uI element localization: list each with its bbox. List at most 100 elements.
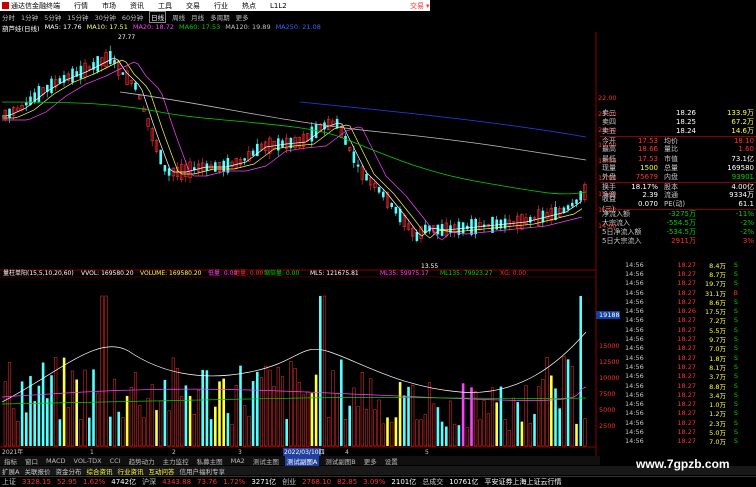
candle	[415, 231, 419, 241]
volume-bar	[445, 426, 448, 446]
quote-value-right: 1.60	[738, 145, 754, 154]
indicator-tab[interactable]: MA2	[229, 457, 247, 465]
candle	[163, 165, 167, 172]
extension-tab[interactable]: 扩展A	[2, 466, 19, 476]
period-tab[interactable]: 5分钟	[44, 12, 61, 22]
indicator-tab[interactable]: MACD	[44, 457, 67, 465]
dropdown-icon: ▾	[426, 1, 430, 10]
indicator-tab[interactable]: 指标	[2, 456, 19, 466]
time-axis-label: 3	[238, 449, 242, 456]
tick-time: 14:56	[625, 390, 644, 399]
ma60-label: MA60: 17.53	[179, 23, 221, 31]
tick-row: 14:56 18.27 1.0万 S	[600, 399, 756, 409]
indicator-tab[interactable]: 测试主图	[251, 456, 281, 466]
indicator-tab[interactable]: 测试副图A	[284, 455, 320, 466]
quote-value: 2.39	[642, 191, 658, 200]
tick-row: 14:56 18.27 8.6万 S	[600, 297, 756, 307]
quote-panel: 卖三 18.26 133.9万 卖四 18.25 67.2万 卖五 18.24 14.6万 今开 1…	[600, 108, 756, 264]
tick-direction: S	[733, 400, 738, 409]
period-tab[interactable]: 1分钟	[21, 12, 38, 22]
menu-market[interactable]: 市场	[102, 1, 116, 11]
tick-row: 14:56 18.27 1.8万 S	[600, 353, 756, 363]
tick-direction: S	[733, 279, 738, 288]
extension-tab[interactable]: 资金分布	[55, 466, 81, 476]
extension-tab[interactable]: 综合资讯	[86, 466, 112, 476]
extension-tab[interactable]: 行业资讯	[117, 466, 143, 476]
menu-news[interactable]: 资讯	[130, 1, 144, 11]
volume-legend-item: XG: 0.00	[500, 270, 526, 277]
indicator-tab[interactable]: 设置	[383, 456, 400, 466]
volume-bar	[575, 423, 578, 446]
trade-link[interactable]: 交易 ▾	[410, 0, 450, 11]
candle	[96, 56, 99, 72]
indicator-tab[interactable]: 窗口	[23, 456, 40, 466]
tick-direction: S	[733, 297, 738, 306]
status-item: 2768.10	[302, 478, 332, 486]
indicator-tab[interactable]: VOL-TDX	[71, 457, 103, 465]
tick-volume: 7.0万	[709, 438, 726, 447]
extension-tab[interactable]: 关联报价	[24, 466, 50, 476]
period-tab[interactable]: 月线	[191, 12, 204, 22]
title-bar: 通达信金融终端 行情 市场 资讯 工具 交易 行业 热点 L1L2	[0, 0, 430, 11]
ma120-label: MA120: 19.89	[225, 23, 271, 31]
indicator-tabs: 指标 窗口 MACD VOL-TDX CCI 趋势动力 主力监控 私募主图 MA2 测试主图 测试副…	[0, 455, 600, 466]
tick-direction: S	[733, 269, 738, 278]
tick-row: 14:56 18.27 7.2万 S	[600, 316, 756, 325]
tick-price: 18.27	[677, 372, 696, 381]
menu-l1l2[interactable]: L1L2	[270, 2, 287, 10]
menu-industry[interactable]: 行业	[214, 1, 228, 11]
period-tab[interactable]: 多周期	[210, 12, 230, 22]
volume-bar	[205, 370, 209, 446]
indicator-name[interactable]: 葫芦娃(日线)	[2, 23, 40, 33]
volume-bar	[251, 381, 255, 446]
candle	[566, 205, 570, 210]
tick-row: 14:56 18.27 8.8万 S	[600, 381, 756, 391]
menu-trade[interactable]: 交易	[186, 1, 200, 11]
volume-legend-item: VOLUME: 169580.20	[140, 270, 202, 277]
tick-row: 14:56 18.27 7.0万 S	[600, 344, 756, 353]
period-tab[interactable]: 60分钟	[122, 12, 143, 22]
status-item: 1.62%	[83, 478, 106, 486]
menu-hotspot[interactable]: 热点	[242, 1, 256, 11]
period-tab[interactable]: 周线	[172, 12, 185, 22]
tick-time: 14:56	[625, 437, 644, 446]
chart-area[interactable]: 27.77 13.55 量柱单阳(15,5,10,20,60) VVOL: 169…	[0, 32, 600, 456]
menu-quotes[interactable]: 行情	[74, 1, 88, 11]
volume-bar	[348, 405, 351, 446]
period-tab-more[interactable]: 更多	[236, 12, 249, 22]
extension-tab[interactable]: 互动问答	[148, 466, 174, 476]
tick-price: 18.27	[677, 325, 696, 334]
candle	[394, 206, 398, 214]
quote-value-right: 3%	[742, 237, 754, 246]
tick-time: 14:56	[625, 260, 644, 269]
tick-price: 18.27	[677, 362, 696, 371]
period-tab[interactable]: 30分钟	[95, 12, 116, 22]
indicator-tab[interactable]: 私募主图	[195, 456, 225, 466]
quote-value-right: 9334万	[729, 191, 754, 200]
tick-price: 18.27	[677, 344, 696, 353]
volume-bar	[550, 375, 553, 446]
indicator-tab[interactable]: 趋势动力	[127, 456, 157, 466]
period-tab[interactable]: 15分钟	[67, 12, 88, 22]
indicator-tab[interactable]: 更多	[362, 456, 379, 466]
menu-tools[interactable]: 工具	[158, 1, 172, 11]
status-item: 3271亿	[251, 478, 277, 486]
tick-row: 14:56 18.27 8.7万 S	[600, 269, 756, 279]
period-tab-daily[interactable]: 日线	[149, 11, 167, 23]
candle	[377, 187, 381, 193]
period-tab[interactable]: 分时	[2, 12, 15, 22]
tick-list[interactable]: 14:56 18.27 8.4万 S 14:56 18.27 8.7万 S 14:56 18.27…	[600, 260, 756, 456]
volume-bar	[125, 395, 129, 446]
candle	[554, 206, 557, 220]
status-item: 10761亿	[449, 478, 479, 486]
candle	[79, 65, 83, 79]
indicator-tab[interactable]: 测试副图B	[323, 456, 357, 466]
indicator-tab[interactable]: 主力监控	[161, 456, 191, 466]
volume-bar	[41, 362, 45, 446]
tick-time: 14:56	[625, 353, 644, 362]
quote-value: 2911万	[671, 237, 696, 246]
index-status-bar: 上证 3328.15 52.95 1.62% 4742亿 沪深 4343.88 73.76 1.…	[0, 476, 756, 487]
volume-bar	[436, 407, 440, 446]
indicator-tab[interactable]: CCI	[108, 457, 123, 465]
extension-tab[interactable]: 信用户福利专享	[179, 466, 225, 476]
